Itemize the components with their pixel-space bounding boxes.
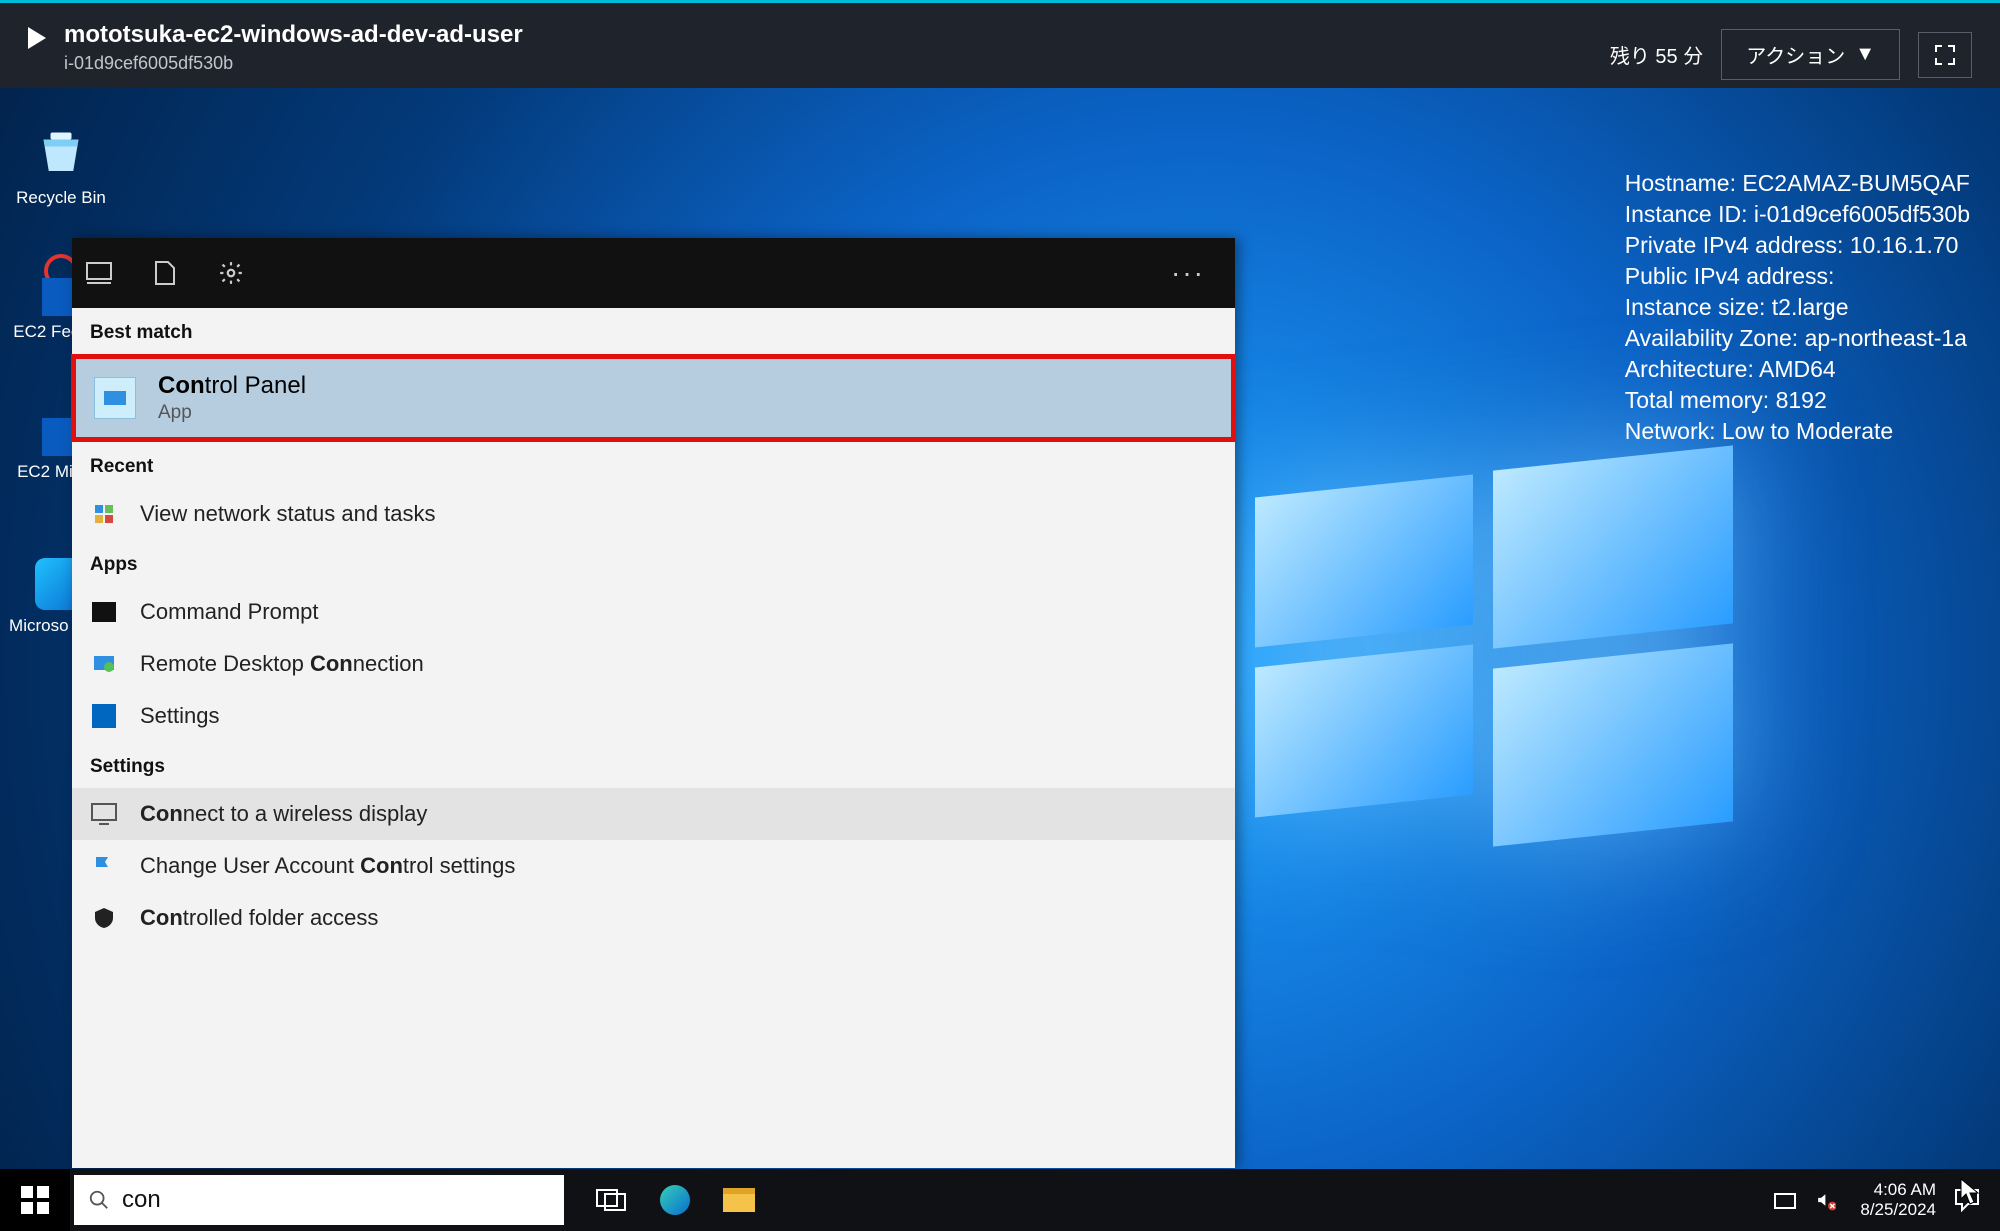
windows-icon — [21, 1186, 49, 1214]
bginfo-line: Private IPv4 address: 10.16.1.70 — [1625, 230, 1970, 261]
flag-icon — [90, 852, 118, 880]
desktop-icon-label: Recycle Bin — [6, 188, 116, 208]
network-icon — [90, 500, 118, 528]
time-remaining: 残り 55 分 — [1610, 40, 1703, 69]
display-icon — [90, 800, 118, 828]
taskbar: 4:06 AM 8/25/2024 — [0, 1169, 2000, 1231]
bginfo-line: Total memory: 8192 — [1625, 385, 1970, 416]
section-recent: Recent — [72, 442, 1235, 488]
result-controlled-folder[interactable]: Controlled folder access — [72, 892, 1235, 944]
result-network-status[interactable]: View network status and tasks — [72, 488, 1235, 540]
result-control-panel[interactable]: Control Panel App — [71, 354, 1236, 442]
result-label: Command Prompt — [140, 599, 319, 625]
bginfo-overlay: Hostname: EC2AMAZ-BUM5QAF Instance ID: i… — [1625, 168, 1970, 447]
result-title: Control Panel — [158, 372, 306, 400]
result-subtitle: App — [158, 402, 306, 424]
play-icon — [28, 27, 46, 54]
filter-documents-icon[interactable] — [150, 258, 180, 288]
rdp-icon — [90, 650, 118, 678]
actions-label: アクション — [1746, 40, 1845, 69]
filter-all-icon[interactable] — [84, 258, 114, 288]
system-tray: 4:06 AM 8/25/2024 — [1772, 1180, 2000, 1219]
bginfo-line: Availability Zone: ap-northeast-1a — [1625, 323, 1970, 354]
bginfo-line: Instance size: t2.large — [1625, 292, 1970, 323]
section-apps: Apps — [72, 540, 1235, 586]
remote-desktop: Recycle Bin EC2 Feedba EC2 Micros Micros… — [0, 88, 2000, 1231]
session-title: mototsuka-ec2-windows-ad-dev-ad-user — [64, 21, 523, 49]
result-label: Remote Desktop Connection — [140, 651, 424, 677]
search-input[interactable] — [122, 1175, 550, 1225]
result-connect-display[interactable]: Connect to a wireless display — [72, 788, 1235, 840]
bginfo-line: Architecture: AMD64 — [1625, 354, 1970, 385]
result-remote-desktop[interactable]: Remote Desktop Connection — [72, 638, 1235, 690]
result-label: Settings — [140, 703, 220, 729]
result-label: View network status and tasks — [140, 501, 436, 527]
bginfo-line: Instance ID: i-01d9cef6005df530b — [1625, 199, 1970, 230]
tray-network-icon[interactable] — [1772, 1187, 1798, 1213]
search-filter-tabs: ··· — [72, 238, 1235, 308]
section-settings: Settings — [72, 742, 1235, 788]
windows-wallpaper-logo — [1255, 458, 1735, 808]
search-icon — [88, 1189, 110, 1211]
result-settings-app[interactable]: Settings — [72, 690, 1235, 742]
shield-icon — [90, 904, 118, 932]
result-label: Controlled folder access — [140, 905, 378, 931]
actions-dropdown[interactable]: アクション ▼ — [1721, 29, 1900, 80]
task-view-button[interactable] — [594, 1183, 628, 1217]
result-command-prompt[interactable]: Command Prompt — [72, 586, 1235, 638]
recycle-bin-icon — [29, 118, 93, 182]
start-button[interactable] — [0, 1169, 70, 1231]
section-best-match: Best match — [72, 308, 1235, 354]
bginfo-line: Network: Low to Moderate — [1625, 416, 1970, 447]
tray-volume-icon[interactable] — [1816, 1187, 1842, 1213]
session-header: mototsuka-ec2-windows-ad-dev-ad-user i-0… — [0, 0, 2000, 88]
taskbar-explorer[interactable] — [722, 1183, 756, 1217]
taskbar-edge[interactable] — [658, 1183, 692, 1217]
tray-clock[interactable]: 4:06 AM 8/25/2024 — [1860, 1180, 1936, 1219]
tray-time: 4:06 AM — [1860, 1180, 1936, 1200]
bginfo-line: Hostname: EC2AMAZ-BUM5QAF — [1625, 168, 1970, 199]
desktop-icon-recycle-bin[interactable]: Recycle Bin — [6, 118, 116, 208]
more-options-icon[interactable]: ··· — [1171, 257, 1223, 289]
result-label: Connect to a wireless display — [140, 801, 427, 827]
bginfo-line: Public IPv4 address: — [1625, 261, 1970, 292]
chevron-down-icon: ▼ — [1855, 43, 1875, 66]
tray-action-center[interactable] — [1954, 1187, 1980, 1213]
settings-app-icon — [90, 702, 118, 730]
control-panel-icon — [94, 377, 136, 419]
result-label: Change User Account Control settings — [140, 853, 515, 879]
session-instance-id: i-01d9cef6005df530b — [64, 53, 523, 74]
taskbar-search[interactable] — [74, 1175, 564, 1225]
result-uac-settings[interactable]: Change User Account Control settings — [72, 840, 1235, 892]
terminal-icon — [90, 598, 118, 626]
fullscreen-button[interactable] — [1918, 32, 1972, 78]
start-search-panel: ··· Best match Control Panel App Recent … — [72, 238, 1235, 1168]
filter-settings-icon[interactable] — [216, 258, 246, 288]
tray-date: 8/25/2024 — [1860, 1200, 1936, 1220]
